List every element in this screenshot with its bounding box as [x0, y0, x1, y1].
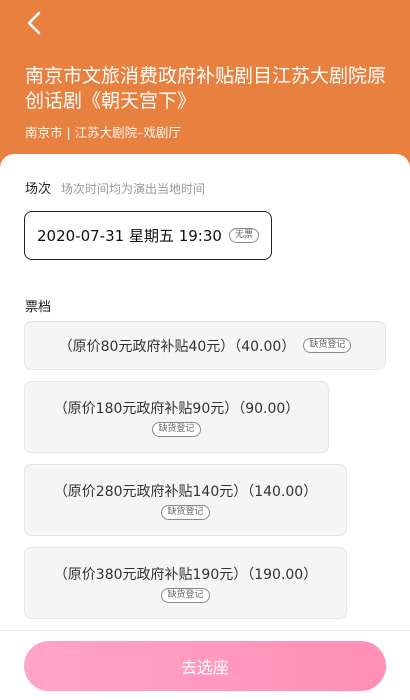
session-option[interactable]: 2020-07-31 星期五 19:30 无票	[24, 211, 272, 260]
stockout-register-button[interactable]: 缺货登记	[161, 587, 210, 603]
session-header: 场次 场次时间均为演出当地时间	[25, 178, 205, 197]
ticket-option-280[interactable]: （原价280元政府补贴140元）（140.00） 缺货登记	[24, 464, 347, 536]
stockout-register-button[interactable]: 缺货登记	[152, 421, 201, 437]
page-title: 南京市文旅消费政府补贴剧目江苏大剧院原创话剧《朝天宫下》	[25, 65, 387, 112]
ticket-price-text: （原价80元政府补贴40元）（40.00）	[58, 338, 296, 355]
select-seat-button[interactable]: 去选座	[24, 641, 386, 691]
session-label: 场次	[25, 182, 52, 197]
content-sheet: 场次 场次时间均为演出当地时间 2020-07-31 星期五 19:30 无票 …	[0, 154, 410, 700]
ticket-option-380[interactable]: （原价380元政府补贴190元）（190.00） 缺货登记	[24, 547, 347, 619]
session-note: 场次时间均为演出当地时间	[61, 182, 206, 196]
stockout-register-button[interactable]: 缺货登记	[303, 338, 352, 353]
venue-info: 南京市 | 江苏大剧院–戏剧厅	[25, 125, 181, 140]
ticket-option-180[interactable]: （原价180元政府补贴90元）（90.00） 缺货登记	[24, 381, 329, 453]
ticket-price-text: （原价180元政府补贴90元）（90.00）	[53, 400, 300, 417]
ticket-option-80[interactable]: （原价80元政府补贴40元）（40.00） 缺货登记	[24, 321, 386, 370]
chevron-left-icon	[27, 11, 41, 35]
ticket-tier-label: 票档	[25, 300, 52, 315]
page-header: 南京市文旅消费政府补贴剧目江苏大剧院原创话剧《朝天宫下》 南京市 | 江苏大剧院…	[0, 0, 410, 180]
ticket-price-text: （原价380元政府补贴190元）（190.00）	[53, 566, 318, 583]
status-badge: 无票	[228, 228, 259, 243]
stockout-register-button[interactable]: 缺货登记	[161, 504, 210, 520]
bottom-action-bar: 去选座	[0, 630, 410, 700]
session-date: 2020-07-31 星期五 19:30	[37, 227, 222, 245]
back-button[interactable]	[22, 10, 46, 36]
ticket-price-text: （原价280元政府补贴140元）（140.00）	[53, 483, 318, 500]
